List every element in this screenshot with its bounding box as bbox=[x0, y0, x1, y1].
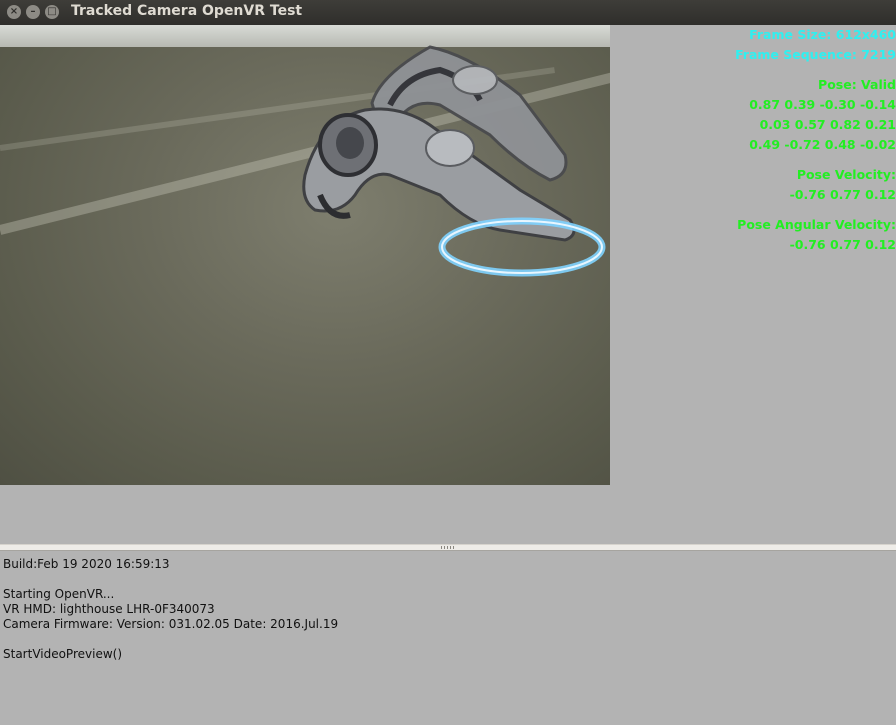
minimize-button[interactable]: – bbox=[26, 5, 40, 19]
title-bar: × – □ Tracked Camera OpenVR Test bbox=[0, 0, 896, 25]
log-line: Starting OpenVR... bbox=[3, 587, 115, 601]
controllers-image bbox=[302, 45, 606, 277]
pose-angular-velocity-label: Pose Angular Velocity: bbox=[737, 217, 896, 232]
log-line: StartVideoPreview() bbox=[3, 647, 123, 661]
splitter-grip-icon[interactable] bbox=[441, 546, 455, 549]
pose-matrix-row: 0.87 0.39 -0.30 -0.14 bbox=[749, 97, 896, 112]
pose-angular-velocity-value: -0.76 0.77 0.12 bbox=[789, 237, 896, 252]
frame-sequence-text: Frame Sequence: 7219 bbox=[735, 47, 896, 62]
close-button[interactable]: × bbox=[7, 5, 21, 19]
log-line: Build:Feb 19 2020 16:59:13 bbox=[3, 557, 170, 571]
pane-splitter[interactable] bbox=[0, 544, 896, 551]
camera-preview bbox=[0, 25, 610, 485]
pose-status-text: Pose: Valid bbox=[818, 77, 896, 92]
log-line: Camera Firmware: Version: 031.02.05 Date… bbox=[3, 617, 339, 631]
pose-velocity-value: -0.76 0.77 0.12 bbox=[789, 187, 896, 202]
pose-velocity-label: Pose Velocity: bbox=[796, 167, 896, 182]
log-line: VR HMD: lighthouse LHR-0F340073 bbox=[3, 602, 215, 616]
log-output: Build:Feb 19 2020 16:59:13 Starting Open… bbox=[0, 551, 896, 725]
window-title: Tracked Camera OpenVR Test bbox=[71, 3, 303, 19]
frame-size-text: Frame Size: 612x460 bbox=[749, 27, 896, 42]
telemetry-overlay: Frame Size: 612x460 Frame Sequence: 7219… bbox=[596, 25, 896, 255]
pose-matrix-row: 0.49 -0.72 0.48 -0.02 bbox=[749, 137, 896, 152]
pose-matrix-row: 0.03 0.57 0.82 0.21 bbox=[759, 117, 896, 132]
maximize-button[interactable]: □ bbox=[45, 5, 59, 19]
